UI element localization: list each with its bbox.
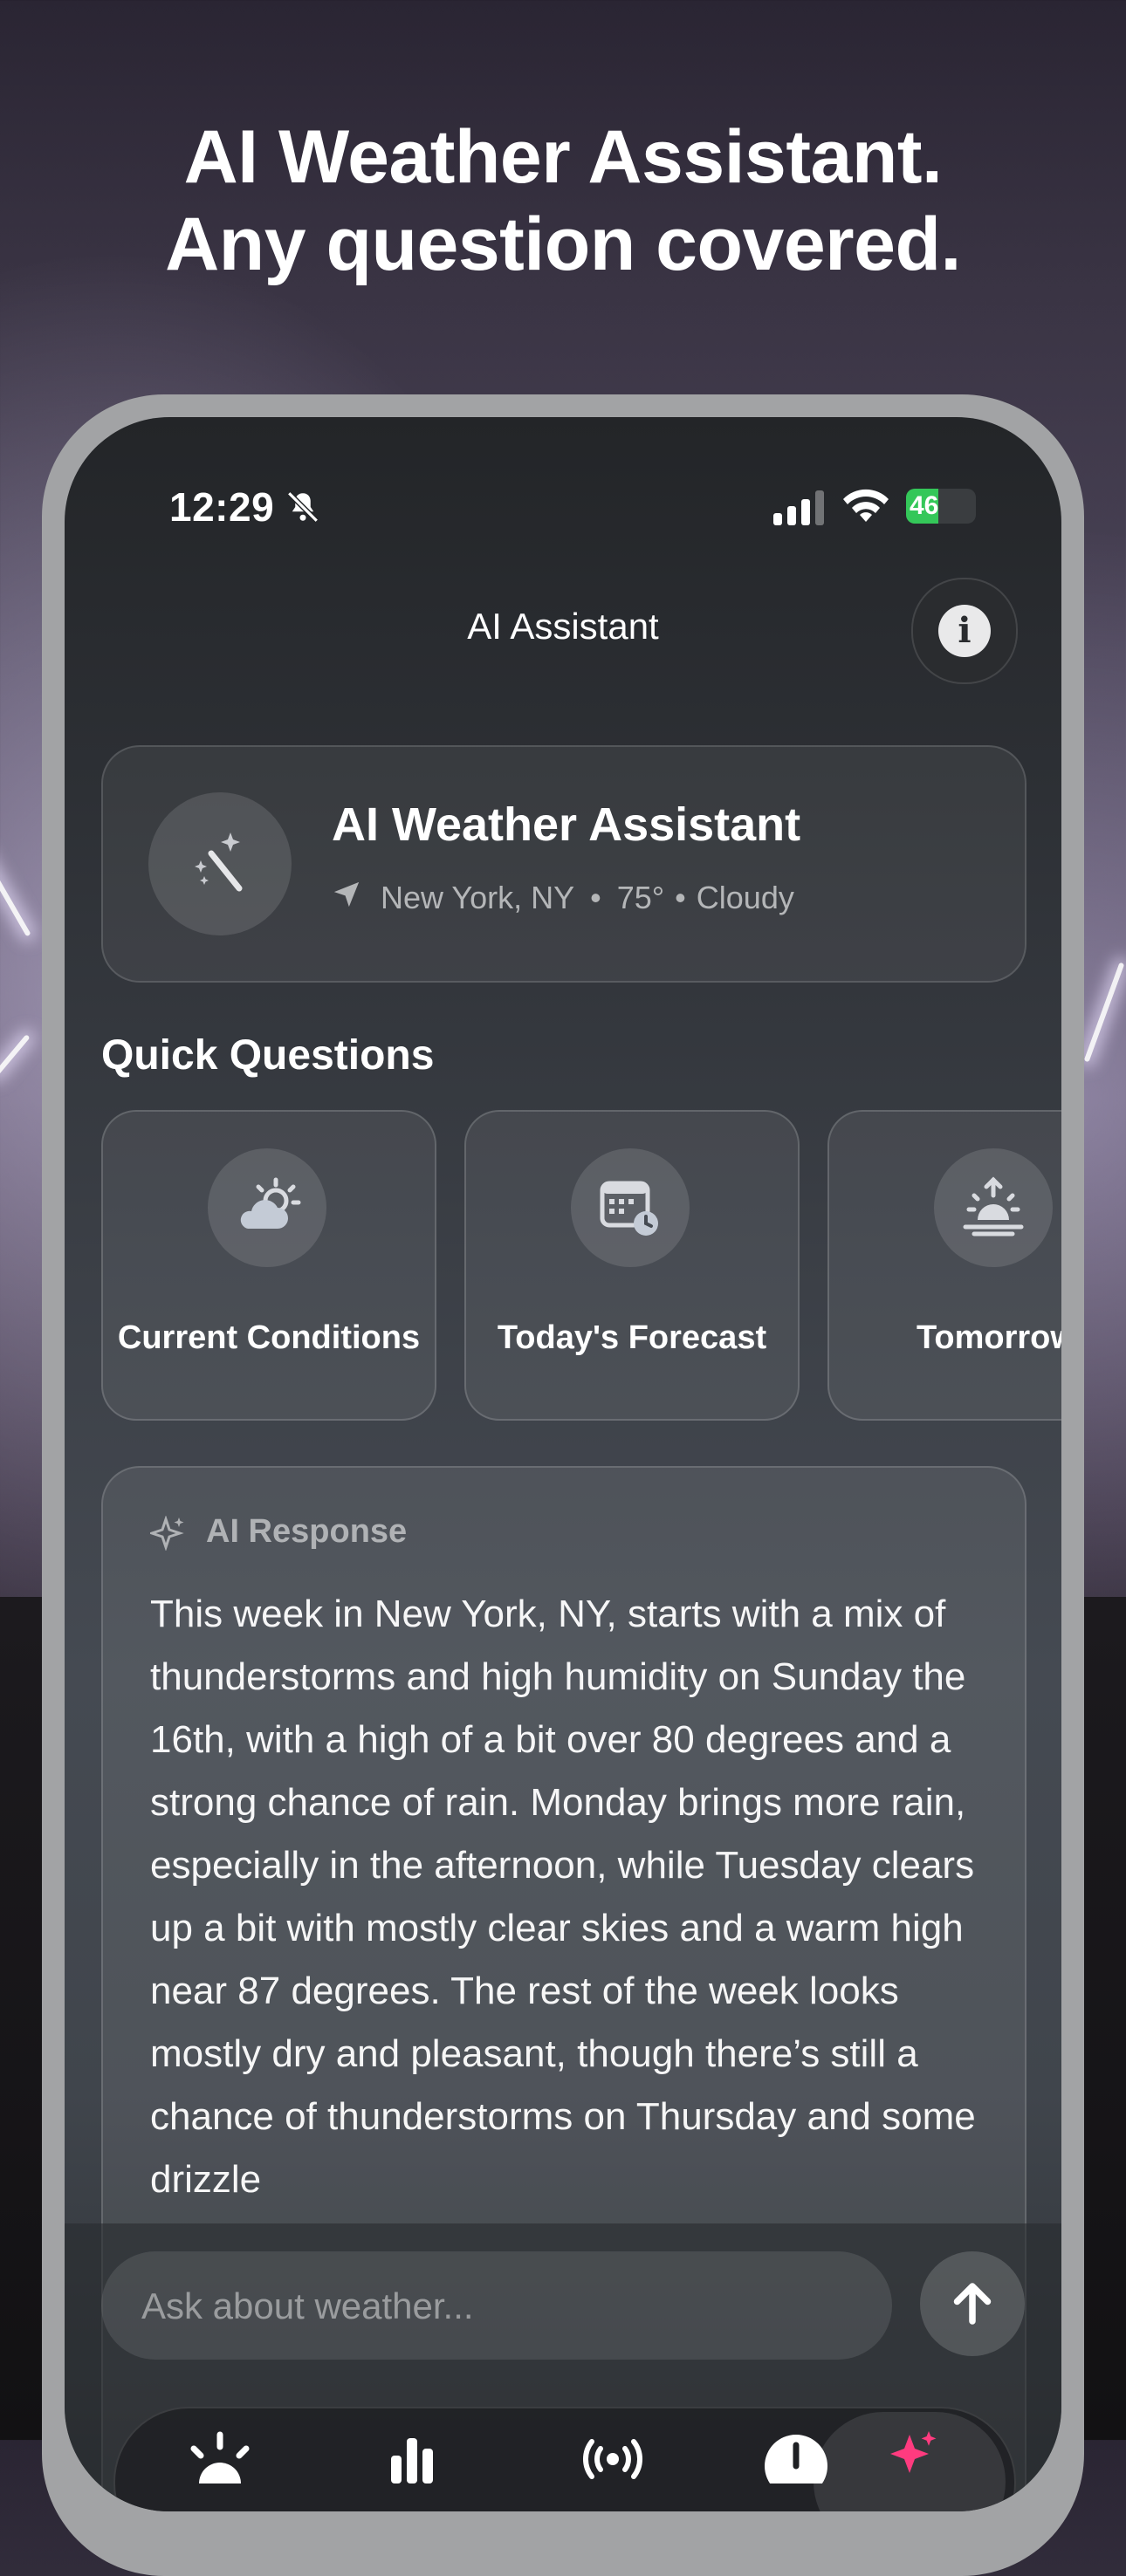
- quick-question-todays-forecast[interactable]: Today's Forecast: [464, 1110, 800, 1421]
- info-icon: i: [938, 605, 991, 657]
- composer-bar: [65, 2223, 1061, 2511]
- chart-icon: [391, 2438, 433, 2484]
- quick-question-tomorrow[interactable]: Tomorrow: [827, 1110, 1061, 1421]
- tab-history[interactable]: [752, 2431, 840, 2497]
- headline-line-2: Any question covered.: [165, 202, 961, 286]
- calendar-clock-icon: [571, 1148, 690, 1267]
- location-text: New York, NY: [381, 880, 575, 916]
- status-time: 12:29: [169, 484, 275, 530]
- ask-input[interactable]: [140, 2251, 876, 2361]
- sun-icon: [190, 2431, 250, 2484]
- bell-slash-icon: [287, 491, 319, 523]
- battery-percent: 46: [910, 491, 939, 520]
- radar-icon: [582, 2439, 643, 2479]
- quick-question-label: Today's Forecast: [497, 1319, 767, 1356]
- phone-screen: 12:29 46 AI Assistant i AI Weather Assis…: [65, 417, 1061, 2511]
- battery-indicator: 46: [906, 489, 976, 524]
- separator-dot: •: [675, 880, 686, 916]
- tab-charts[interactable]: [368, 2431, 456, 2484]
- assistant-title: AI Weather Assistant: [332, 798, 801, 851]
- quick-questions-heading: Quick Questions: [101, 1032, 435, 1079]
- info-button[interactable]: i: [911, 578, 1018, 684]
- separator: •: [590, 880, 601, 916]
- lightning-left-2: [0, 1034, 31, 1078]
- quick-question-current-conditions[interactable]: Current Conditions: [101, 1110, 436, 1421]
- marketing-headline: AI Weather Assistant. Any question cover…: [0, 113, 1126, 288]
- ai-response-text: This week in New York, NY, starts with a…: [150, 1593, 976, 2201]
- lightning-left: [0, 843, 31, 937]
- status-bar: 12:29 46: [65, 483, 1061, 532]
- sparkles-icon: [890, 2431, 937, 2473]
- tab-radar[interactable]: [569, 2431, 656, 2484]
- tab-bar: [113, 2407, 1016, 2511]
- assistant-subtitle: New York, NY • 75° • Cloudy: [332, 878, 794, 917]
- arrow-up-icon: [953, 2283, 992, 2325]
- location-arrow-icon: [332, 880, 381, 917]
- ask-input-container: [101, 2251, 892, 2361]
- quick-question-label: Current Conditions: [117, 1319, 421, 1356]
- headline-line-1: AI Weather Assistant.: [183, 115, 943, 199]
- quick-question-label: Tomorrow: [917, 1319, 1061, 1356]
- lightning-right: [1083, 962, 1125, 1063]
- clock-icon: [765, 2435, 827, 2497]
- ai-response-header: AI Response: [148, 1513, 408, 1552]
- quick-questions-row: Current Conditions Today's Forecast Tomo…: [101, 1110, 1061, 1421]
- condition-text: Cloudy: [696, 880, 794, 916]
- ai-response-label: AI Response: [206, 1513, 408, 1550]
- send-button[interactable]: [920, 2251, 1025, 2356]
- cloud-sun-icon: [208, 1148, 326, 1267]
- sunrise-icon: [934, 1148, 1053, 1267]
- tab-ai-assistant[interactable]: [866, 2431, 953, 2484]
- temperature-text: 75°: [616, 880, 665, 916]
- wifi-icon: [843, 489, 889, 522]
- tab-weather[interactable]: [176, 2431, 264, 2484]
- magic-wand-icon: [148, 792, 292, 935]
- assistant-header-card: AI Weather Assistant New York, NY • 75° • Cl…: [101, 745, 1026, 983]
- cellular-signal-icon: [773, 490, 824, 525]
- sparkles-icon: [148, 1515, 184, 1552]
